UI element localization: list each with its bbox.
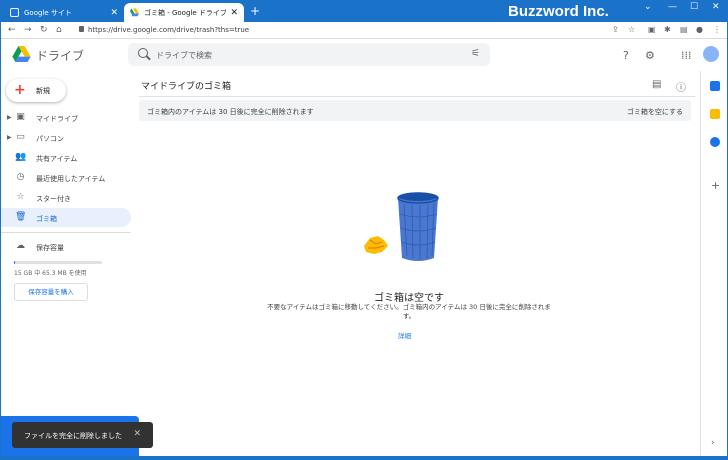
add-addon-button[interactable]: + [711, 179, 720, 192]
search-input[interactable]: ドライブで検索 [156, 50, 212, 61]
maximize-icon[interactable]: ☐ [690, 2, 698, 12]
my-drive-icon: ▣ [16, 112, 25, 122]
home-icon[interactable]: ⌂ [56, 25, 62, 35]
close-icon[interactable]: ✕ [133, 429, 141, 439]
sidebar-item-storage[interactable]: ☁ 保存容量 [0, 237, 131, 256]
sidebar-item-label: 共有アイテム [36, 155, 78, 163]
sidebar-item-trash[interactable]: 🗑 ゴミ箱 [0, 208, 131, 227]
profile-icon[interactable]: ● [696, 25, 703, 34]
recent-icon: ◷ [16, 172, 25, 182]
close-window-icon[interactable]: ✕ [712, 2, 720, 12]
star-icon: ☆ [16, 192, 25, 202]
account-avatar[interactable] [703, 46, 719, 62]
window-frame-left [0, 22, 1, 460]
reload-icon[interactable]: ↻ [40, 25, 48, 35]
forward-icon[interactable]: → [24, 25, 32, 35]
sidebar-item-starred[interactable]: ☆ スター付き [0, 188, 131, 207]
plus-icon: + [14, 82, 26, 98]
empty-state-description: 不要なアイテムはゴミ箱に移動してください。ゴミ箱内のアイテムは 30 日後に完全… [267, 303, 551, 320]
search-bar[interactable]: ドライブで検索 ⚟ [128, 43, 490, 66]
tab-search-icon[interactable]: ⌄ [644, 2, 652, 12]
tab-close-icon[interactable]: ✕ [230, 8, 238, 18]
new-button-label: 新規 [36, 87, 50, 95]
star-icon[interactable]: ☆ [628, 25, 635, 34]
calendar-icon[interactable] [710, 81, 720, 91]
tab-label: ゴミ箱 - Google ドライブ [144, 8, 227, 17]
window-frame-bottom [0, 456, 728, 460]
drive-header: ドライブ ドライブで検索 ⚟ ? ⚙ ⁞⁞⁞ [0, 39, 700, 71]
snackbar-toast: ファイルを完全に削除しました ✕ [12, 422, 153, 448]
share-icon[interactable]: ⇪ [612, 25, 619, 34]
trash-bin-icon [397, 192, 439, 261]
help-icon[interactable]: ? [623, 49, 629, 62]
settings-icon[interactable]: ⚙ [645, 49, 655, 62]
browser-tab-bar: Google サイト ✕ ゴミ箱 - Google ドライブ ✕ + Buzzw… [0, 0, 728, 22]
page-title: マイドライブのゴミ箱 [141, 82, 232, 92]
sidebar-item-label: スター付き [36, 195, 71, 203]
search-icon[interactable] [138, 48, 148, 58]
sidebar-item-my-drive[interactable]: ▶ ▣ マイドライブ [0, 108, 131, 127]
trash-icon: 🗑 [15, 212, 27, 222]
drive-favicon-icon [130, 8, 139, 17]
sidebar-item-recent[interactable]: ◷ 最近使用したアイテム [0, 168, 131, 187]
sidebar-item-label: ゴミ箱 [36, 215, 57, 223]
sidebar-divider [0, 232, 131, 233]
info-icon[interactable]: ⓘ [676, 79, 686, 94]
sidebar-item-label: 保存容量 [36, 244, 64, 252]
app-name: ドライブ [36, 49, 85, 63]
menu-icon[interactable]: ⋮ [713, 25, 721, 34]
new-button[interactable]: + 新規 [6, 79, 66, 102]
lock-icon [79, 26, 84, 32]
sidebar-item-label: パソコン [36, 135, 64, 143]
details-link[interactable]: 詳細 [398, 330, 411, 340]
buy-storage-button[interactable]: 保存容量を購入 [14, 283, 88, 301]
storage-usage-text: 15 GB 中 65.3 MB を使用 [14, 270, 87, 277]
apps-icon[interactable]: ⁞⁞⁞ [681, 49, 692, 62]
crumpled-paper-icon [364, 236, 388, 254]
storage-progress-bar [14, 261, 102, 264]
tab-label: Google サイト [24, 8, 72, 17]
sidebar-item-label: マイドライブ [36, 115, 78, 123]
shared-icon: 👥 [15, 152, 27, 162]
banner-text: ゴミ箱内のアイテムは 30 日後に完全に削除されます [147, 108, 314, 116]
puzzle-icon[interactable]: ✱ [664, 25, 671, 34]
header-divider [139, 96, 695, 97]
expand-panel-icon[interactable]: › [711, 438, 715, 448]
minimize-icon[interactable]: — [668, 2, 677, 12]
drive-logo-icon[interactable] [12, 46, 31, 62]
cloud-icon: ☁ [16, 241, 25, 251]
extension-icon[interactable]: ▣ [648, 25, 656, 34]
keep-icon[interactable] [710, 109, 720, 119]
tab-trash[interactable]: ゴミ箱 - Google ドライブ ✕ [124, 3, 244, 22]
tab-close-icon[interactable]: ✕ [110, 8, 118, 18]
tab-google-sites[interactable]: Google サイト ✕ [4, 3, 124, 22]
back-icon[interactable]: ← [8, 25, 16, 35]
trash-info-banner: ゴミ箱内のアイテムは 30 日後に完全に削除されます ゴミ箱を空にする [139, 100, 691, 121]
sidebar-item-shared[interactable]: 👥 共有アイテム [0, 148, 131, 167]
empty-trash-illustration [364, 192, 439, 261]
sidebar-item-label: 最近使用したアイテム [36, 175, 106, 183]
tasks-icon[interactable] [710, 137, 720, 147]
new-tab-button[interactable]: + [250, 4, 260, 18]
url-field[interactable]: https://drive.google.com/drive/trash?ths… [88, 26, 249, 34]
empty-state-title: ゴミ箱は空です [374, 293, 444, 304]
empty-trash-button[interactable]: ゴミ箱を空にする [627, 107, 683, 117]
google-sites-favicon-icon [10, 8, 19, 17]
list-view-icon[interactable]: ▤ [652, 79, 661, 90]
sidebar-item-computers[interactable]: ▶ ▭ パソコン [0, 128, 131, 147]
toast-message: ファイルを完全に削除しました [24, 432, 122, 440]
address-bar-row: ← → ↻ ⌂ https://drive.google.com/drive/t… [0, 22, 728, 39]
search-options-icon[interactable]: ⚟ [471, 48, 480, 59]
side-panel: + › [700, 71, 728, 460]
storage-progress-fill [14, 261, 15, 264]
watermark-brand: Buzzword Inc. [508, 3, 609, 20]
computers-icon: ▭ [16, 132, 25, 142]
sidebar-icon[interactable]: ▤ [680, 25, 688, 34]
expand-arrow-icon[interactable]: ▶ [7, 134, 12, 141]
expand-arrow-icon[interactable]: ▶ [7, 114, 12, 121]
